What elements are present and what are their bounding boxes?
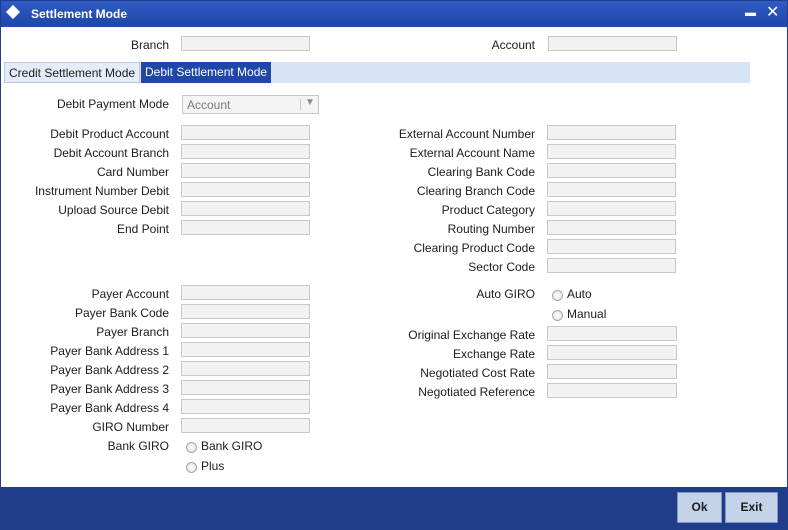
auto-option-label: Auto (567, 287, 592, 301)
clearing-branch-code-field[interactable] (547, 182, 676, 197)
exit-button[interactable]: Exit (725, 492, 778, 523)
payer-bank-address-3-field[interactable] (181, 380, 310, 395)
exchange-rate-label: Exchange Rate (452, 347, 535, 361)
clearing-bank-code-field[interactable] (547, 163, 676, 178)
clearing-product-code-label: Clearing Product Code (413, 241, 535, 255)
end-point-label: End Point (116, 222, 169, 236)
window-diamond-icon (5, 4, 21, 20)
negotiated-cost-rate-label: Negotiated Cost Rate (420, 366, 535, 380)
payer-branch-field[interactable] (181, 323, 310, 338)
original-exchange-rate-field[interactable] (547, 326, 677, 341)
debit-payment-mode-label: Debit Payment Mode (56, 97, 169, 111)
negotiated-reference-field[interactable] (547, 383, 677, 398)
account-label: Account (491, 38, 535, 52)
clearing-bank-code-label: Clearing Bank Code (427, 165, 535, 179)
giro-number-label: GIRO Number (92, 420, 169, 434)
auto-radio[interactable] (552, 290, 563, 301)
close-icon[interactable]: ✕ (766, 3, 779, 23)
minimize-icon[interactable]: ▬ (745, 3, 756, 23)
clearing-product-code-field[interactable] (547, 239, 676, 254)
sector-code-label: Sector Code (468, 260, 535, 274)
payer-bank-address-4-field[interactable] (181, 399, 310, 414)
footer-bar (1, 487, 787, 529)
settlement-mode-window: Settlement Mode ▬ ✕ Branch Account Credi… (0, 0, 788, 530)
external-account-name-label: External Account Name (409, 146, 535, 160)
branch-field[interactable] (181, 36, 310, 51)
payer-account-label: Payer Account (91, 287, 169, 301)
tab-credit-settlement-mode[interactable]: Credit Settlement Mode (4, 62, 141, 83)
tab-debit-settlement-mode[interactable]: Debit Settlement Mode (141, 62, 272, 83)
routing-number-field[interactable] (547, 220, 676, 235)
payer-bank-code-field[interactable] (181, 304, 310, 319)
end-point-field[interactable] (181, 220, 310, 235)
payer-bank-address-2-label: Payer Bank Address 2 (50, 363, 169, 377)
external-account-name-field[interactable] (547, 144, 676, 159)
payer-bank-address-3-label: Payer Bank Address 3 (50, 382, 169, 396)
payer-branch-label: Payer Branch (96, 325, 169, 339)
exchange-rate-field[interactable] (547, 345, 677, 360)
account-field[interactable] (548, 36, 677, 51)
manual-radio[interactable] (552, 310, 563, 321)
routing-number-label: Routing Number (447, 222, 535, 236)
debit-account-branch-field[interactable] (181, 144, 310, 159)
external-account-number-label: External Account Number (398, 127, 535, 141)
payer-bank-address-2-field[interactable] (181, 361, 310, 376)
plus-radio[interactable] (186, 462, 197, 473)
debit-payment-mode-value: Account (187, 98, 231, 112)
payer-bank-address-1-field[interactable] (181, 342, 310, 357)
card-number-label: Card Number (96, 165, 169, 179)
original-exchange-rate-label: Original Exchange Rate (408, 328, 535, 342)
external-account-number-field[interactable] (547, 125, 676, 140)
auto-giro-label: Auto GIRO (476, 287, 535, 301)
product-category-field[interactable] (547, 201, 676, 216)
chevron-down-icon[interactable]: ▼ (305, 97, 315, 108)
debit-product-account-label: Debit Product Account (50, 127, 169, 141)
bank-giro-option-label: Bank GIRO (201, 439, 263, 453)
upload-source-debit-label: Upload Source Debit (58, 203, 169, 217)
payer-account-field[interactable] (181, 285, 310, 300)
card-number-field[interactable] (181, 163, 310, 178)
clearing-branch-code-label: Clearing Branch Code (416, 184, 535, 198)
select-divider (300, 99, 301, 110)
instrument-number-debit-field[interactable] (181, 182, 310, 197)
plus-option-label: Plus (201, 459, 225, 473)
bank-giro-radio[interactable] (186, 442, 197, 453)
debit-account-branch-label: Debit Account Branch (53, 146, 169, 160)
debit-product-account-field[interactable] (181, 125, 310, 140)
window-title: Settlement Mode (31, 7, 128, 21)
giro-number-field[interactable] (181, 418, 310, 433)
instrument-number-debit-label: Instrument Number Debit (34, 184, 169, 198)
ok-button[interactable]: Ok (677, 492, 722, 523)
debit-payment-mode-select[interactable]: Account ▼ (182, 95, 319, 114)
negotiated-cost-rate-field[interactable] (547, 364, 677, 379)
payer-bank-address-4-label: Payer Bank Address 4 (50, 401, 169, 415)
negotiated-reference-label: Negotiated Reference (418, 385, 535, 399)
sector-code-field[interactable] (547, 258, 676, 273)
title-bar: Settlement Mode ▬ ✕ (1, 1, 787, 27)
product-category-label: Product Category (441, 203, 535, 217)
upload-source-debit-field[interactable] (181, 201, 310, 216)
manual-option-label: Manual (567, 307, 607, 321)
bank-giro-label: Bank GIRO (107, 439, 169, 453)
branch-label: Branch (130, 38, 169, 52)
payer-bank-address-1-label: Payer Bank Address 1 (50, 344, 169, 358)
payer-bank-code-label: Payer Bank Code (74, 306, 169, 320)
